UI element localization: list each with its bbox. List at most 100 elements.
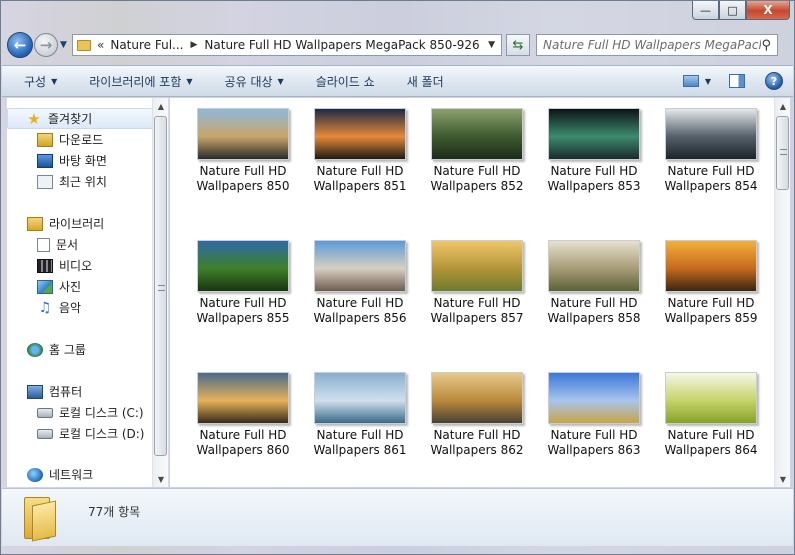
- nav-item-computer[interactable]: 컴퓨터: [7, 381, 153, 402]
- file-name: Nature Full HD Wallpapers 858: [536, 296, 652, 326]
- view-options-dropdown-icon[interactable]: ▼: [705, 77, 711, 86]
- include-in-library-button[interactable]: 라이브러리에 포함 ▼: [69, 69, 204, 93]
- nav-item-desktop[interactable]: 바탕 화면: [7, 150, 153, 171]
- file-name: Nature Full HD Wallpapers 859: [653, 296, 769, 326]
- file-item[interactable]: Nature Full HD Wallpapers 852: [419, 98, 535, 208]
- hard-drive-icon: [37, 407, 53, 418]
- file-item[interactable]: Nature Full HD Wallpapers 859: [653, 230, 769, 340]
- file-item[interactable]: Nature Full HD Wallpapers 850: [185, 98, 301, 208]
- homegroup-icon: [27, 342, 43, 357]
- file-item[interactable]: Nature Full HD Wallpapers 855: [185, 230, 301, 340]
- change-view-icon[interactable]: [682, 75, 699, 87]
- file-name-line: Nature Full HD: [433, 164, 521, 178]
- nav-item-label: 컴퓨터: [49, 385, 83, 399]
- file-name: Nature Full HD Wallpapers 851: [302, 164, 418, 194]
- file-item[interactable]: Nature Full HD Wallpapers 864: [653, 362, 769, 472]
- file-name-line: Wallpapers 860: [196, 443, 290, 457]
- address-dropdown-icon[interactable]: ▼: [488, 40, 495, 50]
- search-icon[interactable]: ⚲: [761, 38, 771, 53]
- scroll-up-arrow-icon[interactable]: ▲: [775, 98, 791, 114]
- file-list-scrollbar[interactable]: ▲ ▼: [774, 98, 790, 487]
- folder-icon: [77, 39, 91, 51]
- toolbar-right-group: ▼ ?: [682, 72, 793, 90]
- image-thumbnail: [314, 240, 406, 292]
- file-name-line: Wallpapers 855: [196, 311, 290, 325]
- chevron-down-icon: ▼: [51, 76, 58, 86]
- chevron-down-icon: ▼: [186, 76, 193, 86]
- search-input[interactable]: Nature Full HD Wallpapers MegaPack... ⚲: [536, 34, 778, 56]
- preview-pane-icon[interactable]: [729, 74, 745, 88]
- address-bar[interactable]: « Nature Ful... ▶ Nature Full HD Wallpap…: [72, 34, 502, 56]
- nav-item-pictures[interactable]: 사진: [7, 276, 153, 297]
- file-name: Nature Full HD Wallpapers 850: [185, 164, 301, 194]
- breadcrumb-overflow[interactable]: «: [97, 38, 104, 52]
- file-name-line: Nature Full HD: [550, 296, 638, 310]
- scrollbar-grip: [780, 149, 787, 155]
- slide-show-button[interactable]: 슬라이드 쇼: [296, 69, 387, 93]
- scrollbar-thumb[interactable]: [776, 116, 789, 190]
- recent-pages-dropdown[interactable]: ▼: [60, 40, 70, 50]
- nav-item-drive-d[interactable]: 로컬 디스크 (D:): [7, 423, 153, 444]
- file-item[interactable]: Nature Full HD Wallpapers 856: [302, 230, 418, 340]
- close-button[interactable]: X: [746, 1, 790, 20]
- nav-item-label: 음악: [59, 301, 82, 315]
- file-list: Nature Full HD Wallpapers 850 Nature Full …: [170, 98, 774, 487]
- nav-item-recent[interactable]: 최근 위치: [7, 171, 153, 192]
- file-item[interactable]: Nature Full HD Wallpapers 863: [536, 362, 652, 472]
- help-icon[interactable]: ?: [765, 72, 783, 90]
- file-item[interactable]: Nature Full HD Wallpapers 861: [302, 362, 418, 472]
- file-name-line: Wallpapers 858: [547, 311, 641, 325]
- nav-item-downloads[interactable]: 다운로드: [7, 129, 153, 150]
- file-item[interactable]: Nature Full HD Wallpapers 860: [185, 362, 301, 472]
- file-name-line: Nature Full HD: [316, 428, 404, 442]
- library-icon: [27, 216, 43, 231]
- scroll-down-arrow-icon[interactable]: ▼: [775, 471, 791, 487]
- image-thumbnail: [431, 108, 523, 160]
- image-thumbnail: [548, 372, 640, 424]
- breadcrumb-item-current[interactable]: Nature Full HD Wallpapers MegaPack 850-9…: [204, 38, 479, 52]
- nav-item-favorites[interactable]: ★ 즐겨찾기: [7, 108, 153, 129]
- nav-item-music[interactable]: ♫ 음악: [7, 297, 153, 318]
- item-count: 77개 항목: [88, 505, 141, 519]
- breadcrumb-separator-icon[interactable]: ▶: [190, 40, 197, 50]
- file-item[interactable]: Nature Full HD Wallpapers 854: [653, 98, 769, 208]
- scroll-up-arrow-icon[interactable]: ▲: [153, 98, 168, 114]
- refresh-button[interactable]: ⇆: [506, 34, 530, 56]
- file-item[interactable]: Nature Full HD Wallpapers 857: [419, 230, 535, 340]
- file-item[interactable]: Nature Full HD Wallpapers 858: [536, 230, 652, 340]
- nav-item-libraries[interactable]: 라이브러리: [7, 213, 153, 234]
- file-name-line: Wallpapers 859: [664, 311, 758, 325]
- forward-button[interactable]: →: [34, 33, 58, 57]
- organize-label: 구성: [24, 74, 47, 89]
- maximize-button[interactable]: □: [719, 1, 746, 20]
- back-button[interactable]: ←: [7, 32, 33, 58]
- file-name-line: Nature Full HD: [199, 428, 287, 442]
- nav-item-network[interactable]: 네트워크: [7, 464, 153, 485]
- nav-item-homegroup[interactable]: 홈 그룹: [7, 339, 153, 360]
- image-thumbnail: [314, 372, 406, 424]
- scroll-down-arrow-icon[interactable]: ▼: [153, 471, 168, 487]
- nav-item-documents[interactable]: 문서: [7, 234, 153, 255]
- scrollbar-thumb[interactable]: [154, 116, 167, 456]
- video-icon: [37, 258, 53, 273]
- nav-item-label: 바탕 화면: [59, 154, 107, 168]
- file-item[interactable]: Nature Full HD Wallpapers 862: [419, 362, 535, 472]
- minimize-button[interactable]: —: [692, 1, 719, 20]
- arrow-left-icon: ←: [13, 36, 27, 54]
- downloads-folder-icon: [37, 132, 53, 147]
- image-thumbnail: [431, 372, 523, 424]
- image-thumbnail: [665, 108, 757, 160]
- file-item[interactable]: Nature Full HD Wallpapers 851: [302, 98, 418, 208]
- breadcrumb-item[interactable]: Nature Ful...: [110, 38, 183, 52]
- nav-item-label: 다운로드: [59, 133, 104, 147]
- include-in-library-label: 라이브러리에 포함: [89, 74, 182, 89]
- refresh-icon: ⇆: [512, 37, 524, 53]
- new-folder-button[interactable]: 새 폴더: [387, 69, 456, 93]
- organize-button[interactable]: 구성 ▼: [2, 69, 69, 93]
- share-with-button[interactable]: 공유 대상 ▼: [205, 69, 296, 93]
- file-item[interactable]: Nature Full HD Wallpapers 853: [536, 98, 652, 208]
- navigation-scrollbar[interactable]: ▲ ▼: [152, 98, 168, 487]
- nav-item-drive-c[interactable]: 로컬 디스크 (C:): [7, 402, 153, 423]
- nav-item-videos[interactable]: 비디오: [7, 255, 153, 276]
- image-thumbnail: [548, 108, 640, 160]
